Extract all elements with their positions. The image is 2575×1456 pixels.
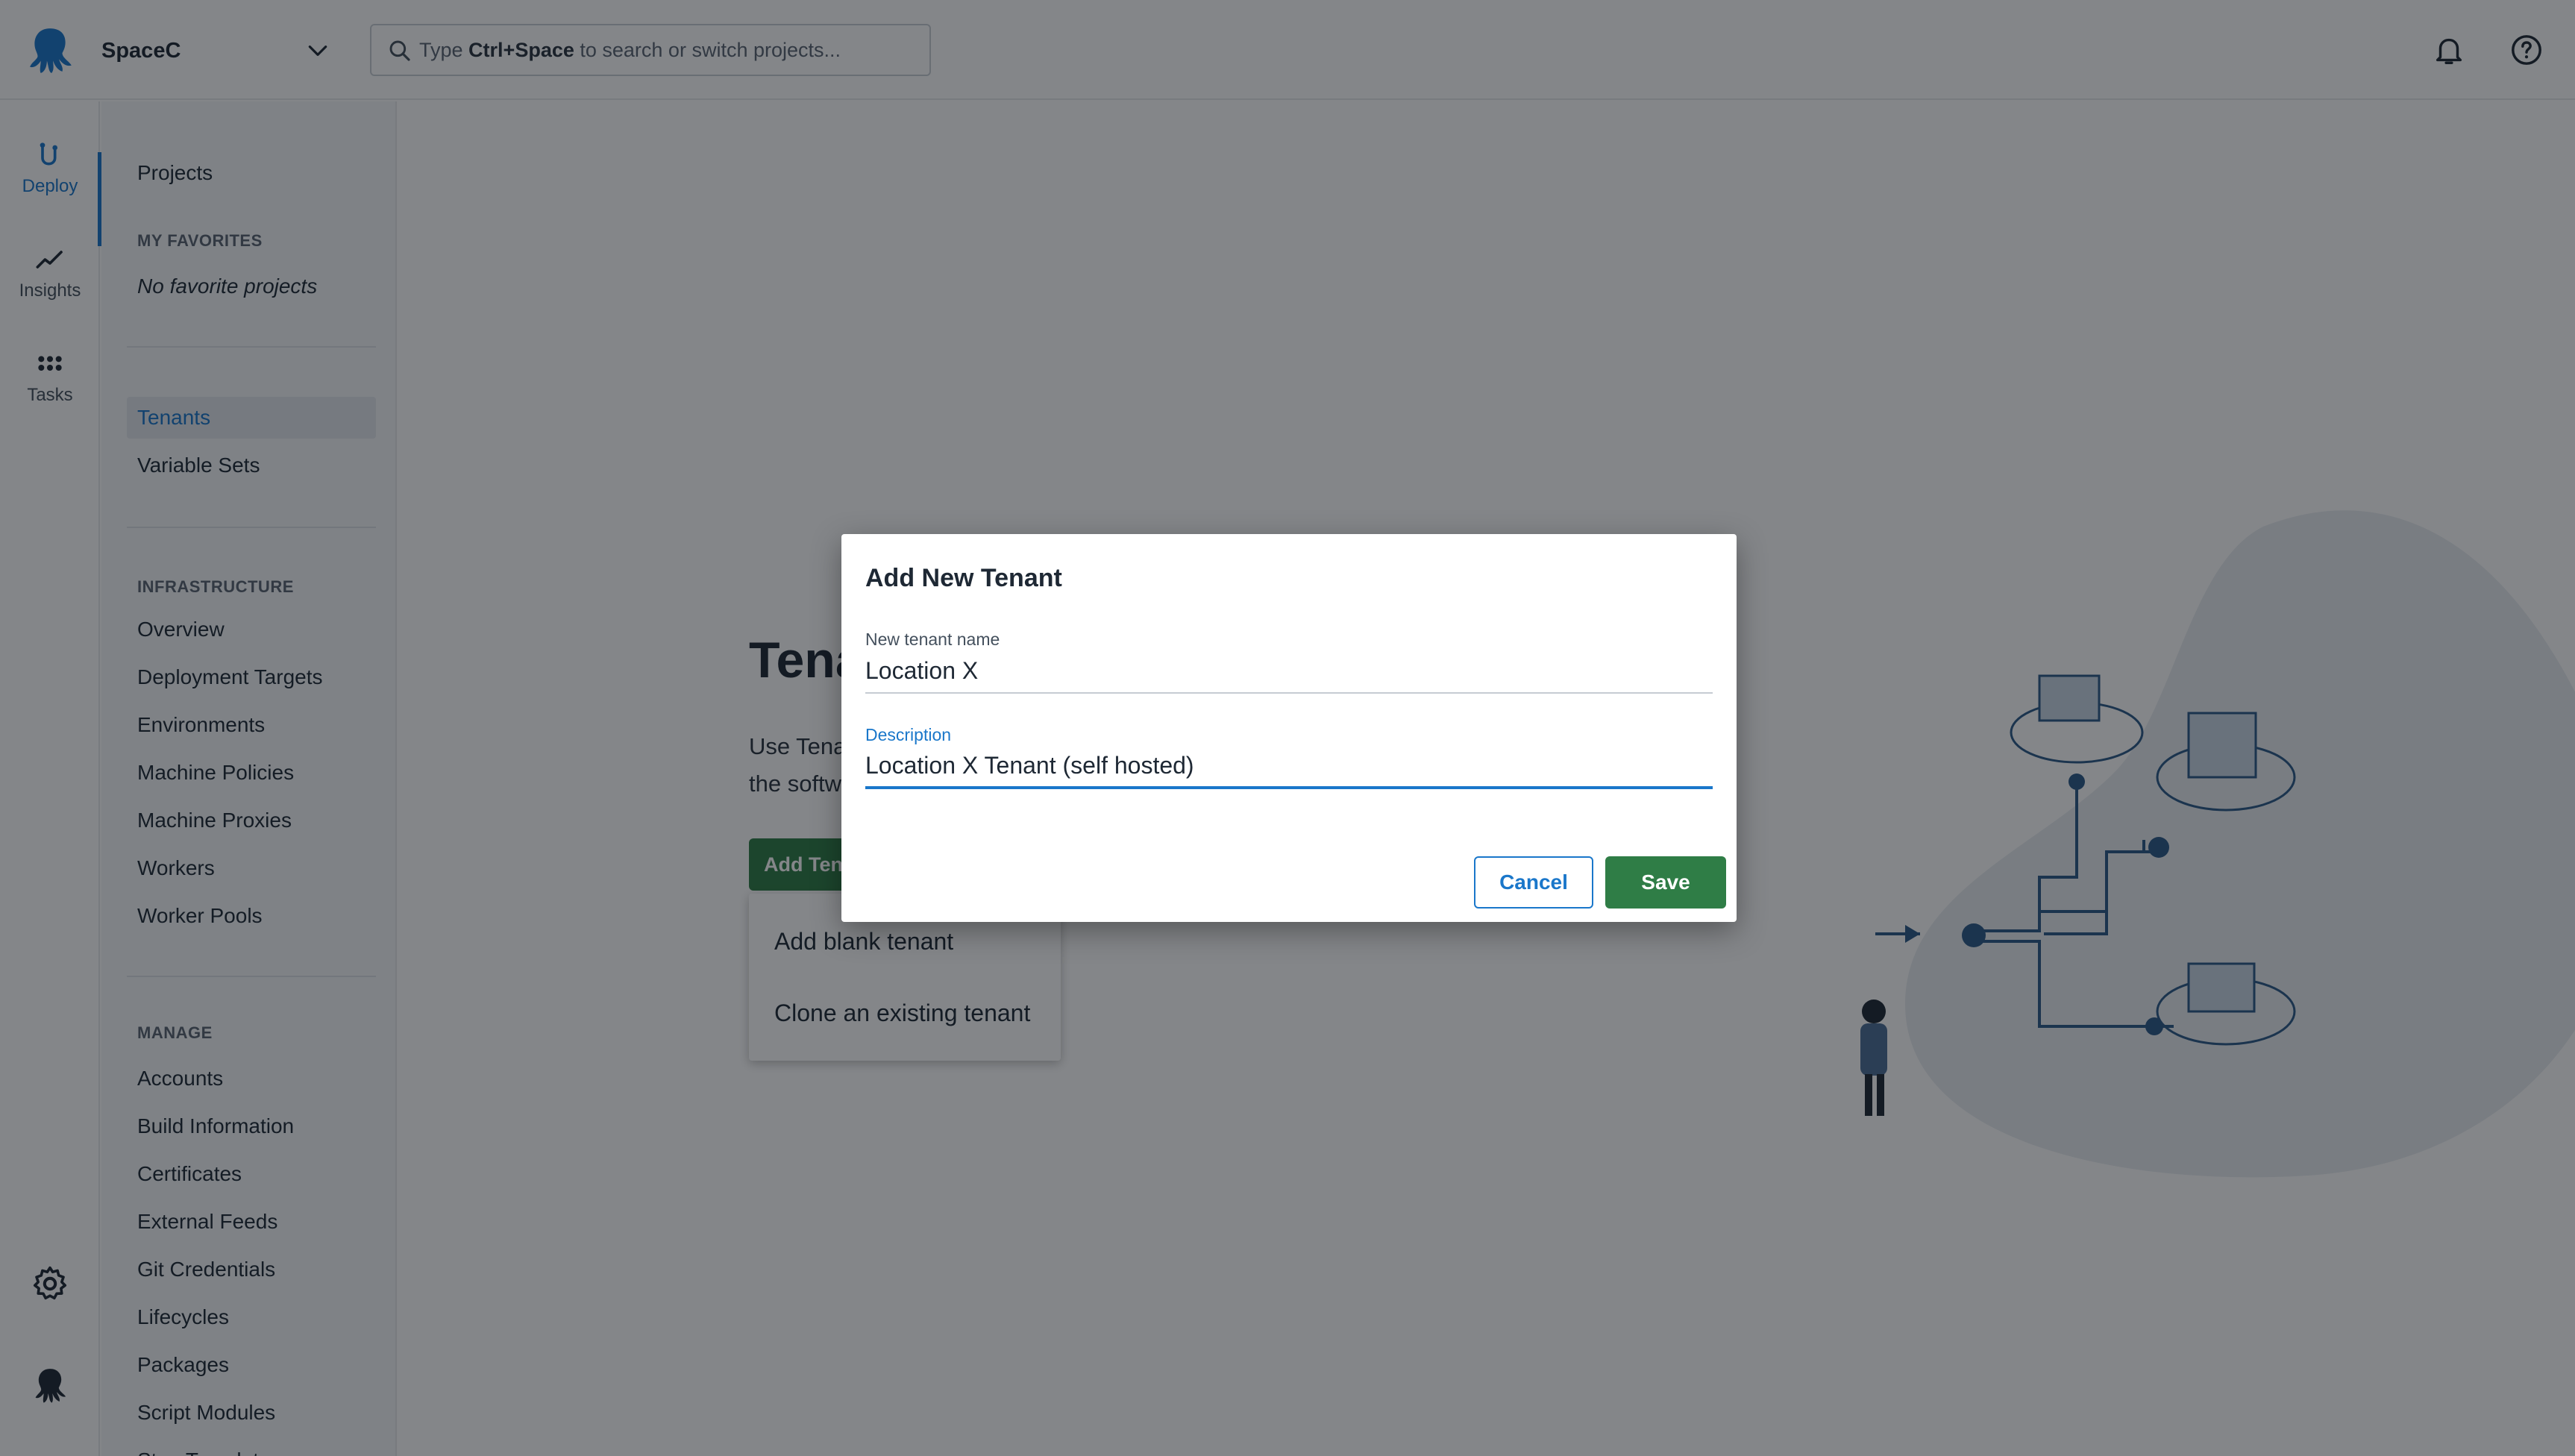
description-label: Description bbox=[865, 725, 952, 744]
add-tenant-dialog: Add New Tenant New tenant name Descripti… bbox=[841, 534, 1737, 922]
tenant-name-input[interactable] bbox=[865, 649, 1713, 694]
dialog-title: Add New Tenant bbox=[865, 564, 1062, 592]
description-input[interactable] bbox=[865, 744, 1713, 789]
cancel-button[interactable]: Cancel bbox=[1474, 856, 1593, 909]
tenant-name-label: New tenant name bbox=[865, 630, 1000, 649]
save-button[interactable]: Save bbox=[1605, 856, 1726, 909]
